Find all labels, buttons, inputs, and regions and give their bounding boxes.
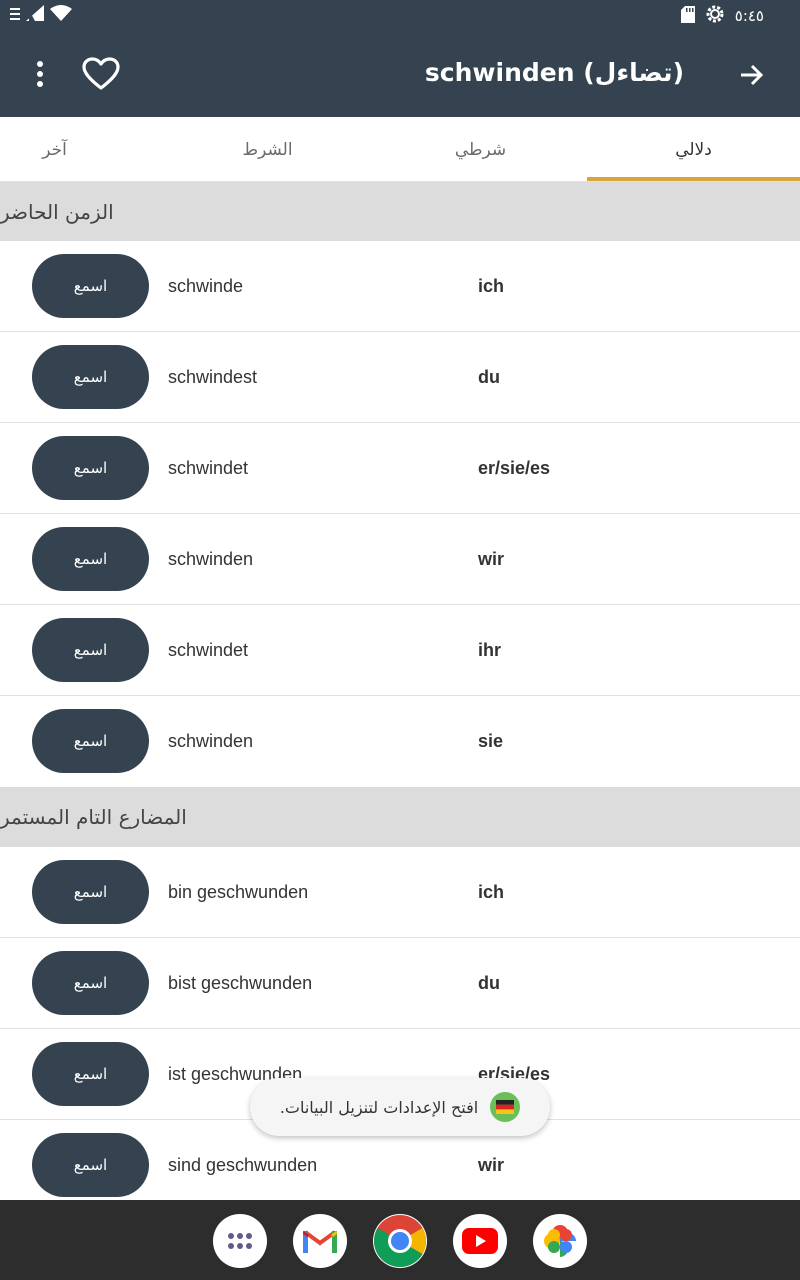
- listen-button[interactable]: اسمع: [32, 345, 149, 409]
- table-row: اسمع bin geschwunden ich: [0, 847, 800, 938]
- table-row: اسمع bist geschwunden du: [0, 938, 800, 1029]
- app-dock: [0, 1200, 800, 1280]
- status-bar: ٥:٤٥: [0, 0, 800, 34]
- table-row: اسمع schwinde ich: [0, 241, 800, 332]
- table-row: اسمع schwindet er/sie/es: [0, 423, 800, 514]
- verb-form: schwinden: [168, 731, 254, 751]
- page-title: schwinden (تضاءل): [424, 58, 684, 87]
- verb-form: schwindest: [168, 367, 258, 387]
- app-drawer-icon[interactable]: [213, 1214, 267, 1268]
- verb-form: schwindet: [168, 640, 249, 660]
- tab-conditional[interactable]: الشرط: [161, 117, 374, 182]
- listen-button[interactable]: اسمع: [32, 527, 149, 591]
- table-row: اسمع schwindest du: [0, 332, 800, 423]
- verb-form: bist geschwunden: [168, 973, 313, 993]
- pronoun: du: [478, 367, 500, 387]
- listen-button[interactable]: اسمع: [32, 1042, 149, 1106]
- app-screen: ٥:٤٥ schwinden (تضاءل) دلالي شرطي الشرط …: [0, 0, 800, 1280]
- listen-button[interactable]: اسمع: [32, 1133, 149, 1197]
- sd-card-icon: [680, 5, 695, 27]
- listen-button[interactable]: اسمع: [32, 618, 149, 682]
- pronoun: wir: [478, 549, 505, 569]
- conjugation-list[interactable]: الزمن الحاضر اسمع schwinde ich اسمع schw…: [0, 182, 800, 1200]
- table-row: اسمع schwinden wir: [0, 514, 800, 605]
- toast-message: افتح الإعدادات لتنزيل البيانات.: [250, 1078, 550, 1136]
- tab-indicator: [587, 177, 800, 181]
- status-right: ٥:٤٥: [680, 4, 764, 28]
- verb-form: bin geschwunden: [168, 882, 309, 902]
- tab-indicative[interactable]: دلالي: [587, 117, 800, 182]
- section-header: الزمن الحاضر: [0, 182, 800, 241]
- section-header: المضارع التام المستمر: [0, 787, 800, 847]
- signal-icon: [26, 5, 44, 25]
- heart-outline-icon[interactable]: [80, 54, 122, 94]
- pronoun: du: [478, 973, 500, 993]
- german-flag-icon: [490, 1092, 521, 1122]
- tab-other[interactable]: آخر: [0, 117, 161, 182]
- status-left: [10, 5, 72, 25]
- verb-form: schwinden: [168, 549, 254, 569]
- photos-icon[interactable]: [533, 1214, 587, 1268]
- table-row: اسمع schwindet ihr: [0, 605, 800, 696]
- app-bar: schwinden (تضاءل): [0, 34, 800, 117]
- arrow-forward-icon[interactable]: [736, 60, 768, 90]
- table-row: اسمع schwinden sie: [0, 696, 800, 787]
- listen-button[interactable]: اسمع: [32, 254, 149, 318]
- pronoun: ich: [478, 882, 505, 902]
- status-time: ٥:٤٥: [734, 7, 764, 25]
- youtube-icon[interactable]: [453, 1214, 507, 1268]
- listen-button[interactable]: اسمع: [32, 860, 149, 924]
- pronoun: ich: [478, 276, 505, 296]
- pronoun: sie: [478, 731, 504, 751]
- verb-form: schwinde: [168, 276, 244, 296]
- tab-bar: دلالي شرطي الشرط آخر: [0, 117, 800, 182]
- wifi-icon: [50, 5, 72, 25]
- notification-icon: [10, 6, 20, 25]
- verb-form: schwindet: [168, 458, 249, 478]
- listen-button[interactable]: اسمع: [32, 951, 149, 1015]
- toast-text: افتح الإعدادات لتنزيل البيانات.: [279, 1097, 479, 1117]
- settings-gear-icon: [705, 4, 725, 28]
- pronoun: er/sie/es: [478, 458, 551, 478]
- gmail-icon[interactable]: [293, 1214, 347, 1268]
- tab-subjunctive[interactable]: شرطي: [374, 117, 587, 182]
- listen-button[interactable]: اسمع: [32, 709, 149, 773]
- pronoun: ihr: [478, 640, 502, 660]
- listen-button[interactable]: اسمع: [32, 436, 149, 500]
- chrome-icon[interactable]: [373, 1214, 427, 1268]
- more-vert-icon[interactable]: [26, 56, 54, 92]
